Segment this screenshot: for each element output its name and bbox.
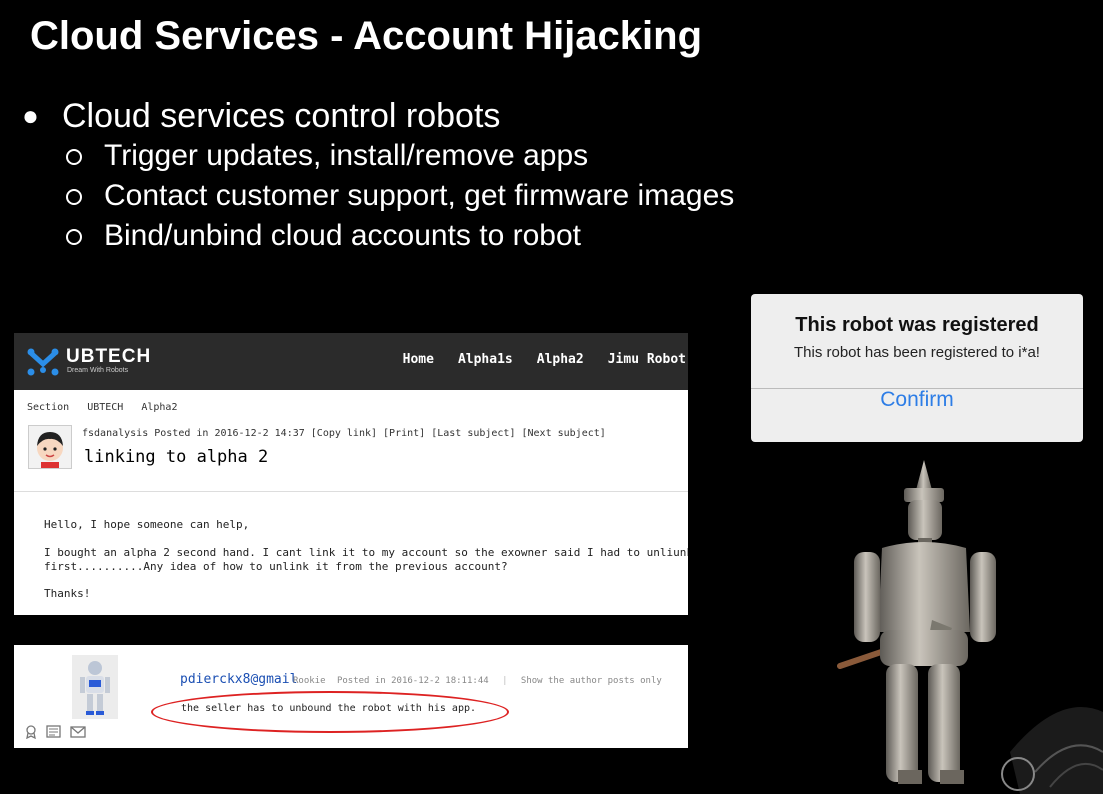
forum-reply-screenshot: pdierckx8@gmail Rookie Posted in 2016-12… bbox=[14, 645, 688, 748]
user-avatar bbox=[28, 425, 72, 469]
post-list-icon[interactable] bbox=[46, 725, 62, 739]
brand-tagline: Dream With Robots bbox=[67, 367, 129, 374]
nav-jimu-robot[interactable]: Jimu Robot bbox=[608, 352, 686, 367]
reply-rank: Rookie bbox=[293, 676, 326, 686]
robot-avatar bbox=[72, 655, 118, 719]
reply-tools bbox=[24, 725, 94, 739]
breadcrumb-section[interactable]: Section bbox=[27, 402, 69, 413]
sub-bullet: Trigger updates, install/remove apps bbox=[64, 136, 734, 176]
breadcrumb-ubtech[interactable]: UBTECH bbox=[87, 402, 123, 413]
bullet-main: ● Cloud services control robots bbox=[22, 96, 734, 136]
post-signoff: Thanks! bbox=[44, 587, 91, 600]
sub-bullet-text: Trigger updates, install/remove apps bbox=[104, 139, 589, 172]
post-body: Hello, I hope someone can help, I bought… bbox=[14, 491, 688, 615]
brand-name: UBTECH bbox=[66, 346, 152, 367]
alert-title: This robot was registered bbox=[795, 314, 1039, 336]
site-header: UBTECH Dream With Robots Home Alpha1s Al… bbox=[14, 333, 688, 390]
post-greeting: Hello, I hope someone can help, bbox=[44, 518, 250, 531]
sub-bullet-text: Bind/unbind cloud accounts to robot bbox=[104, 219, 581, 252]
message-icon[interactable] bbox=[70, 725, 86, 739]
sub-bullet: Bind/unbind cloud accounts to robot bbox=[64, 216, 734, 256]
post-line: I bought an alpha 2 second hand. I cant … bbox=[44, 546, 688, 559]
post-title: linking to alpha 2 bbox=[84, 447, 269, 467]
bullet-ring-icon bbox=[66, 149, 82, 165]
alert-message: This robot has been registered to i*a! bbox=[794, 344, 1040, 361]
site-nav: Home Alpha1s Alpha2 Jimu Robot bbox=[379, 352, 686, 367]
sub-bullet-list: Trigger updates, install/remove apps Con… bbox=[64, 136, 734, 256]
nav-home[interactable]: Home bbox=[403, 352, 434, 367]
post-line: first..........Any idea of how to unlink… bbox=[44, 560, 508, 573]
sub-bullet: Contact customer support, get firmware i… bbox=[64, 176, 734, 216]
reply-meta: Rookie Posted in 2016-12-2 18:11:44 | Sh… bbox=[293, 676, 662, 686]
sub-bullet-text: Contact customer support, get firmware i… bbox=[104, 179, 735, 212]
breadcrumb: Section UBTECH Alpha2 bbox=[27, 402, 189, 413]
registration-alert: This robot was registered This robot has… bbox=[751, 294, 1083, 442]
confirm-button[interactable]: Confirm bbox=[751, 388, 1083, 442]
medal-icon[interactable] bbox=[24, 725, 38, 739]
show-author-posts-link[interactable]: Show the author posts only bbox=[521, 676, 662, 686]
ubtech-logo-icon bbox=[27, 348, 59, 376]
reply-author[interactable]: pdierckx8@gmail bbox=[180, 672, 297, 687]
nav-alpha2[interactable]: Alpha2 bbox=[537, 352, 584, 367]
highlight-ellipse bbox=[151, 691, 509, 733]
forum-post-screenshot: UBTECH Dream With Robots Home Alpha1s Al… bbox=[14, 333, 688, 615]
bullet-ring-icon bbox=[66, 229, 82, 245]
bullet-ring-icon bbox=[66, 189, 82, 205]
slide-title: Cloud Services - Account Hijacking bbox=[30, 14, 703, 58]
reply-posted: Posted in 2016-12-2 18:11:44 bbox=[336, 676, 489, 686]
bullet-list: ● Cloud services control robots Trigger … bbox=[22, 96, 734, 256]
nav-alpha1s[interactable]: Alpha1s bbox=[458, 352, 513, 367]
post-meta: fsdanalysis Posted in 2016-12-2 14:37 [C… bbox=[82, 428, 606, 439]
breadcrumb-alpha2[interactable]: Alpha2 bbox=[141, 402, 177, 413]
bullet-main-text: Cloud services control robots bbox=[62, 97, 501, 135]
tin-man-image bbox=[837, 460, 1103, 794]
bullet-dot-icon: ● bbox=[22, 100, 39, 131]
